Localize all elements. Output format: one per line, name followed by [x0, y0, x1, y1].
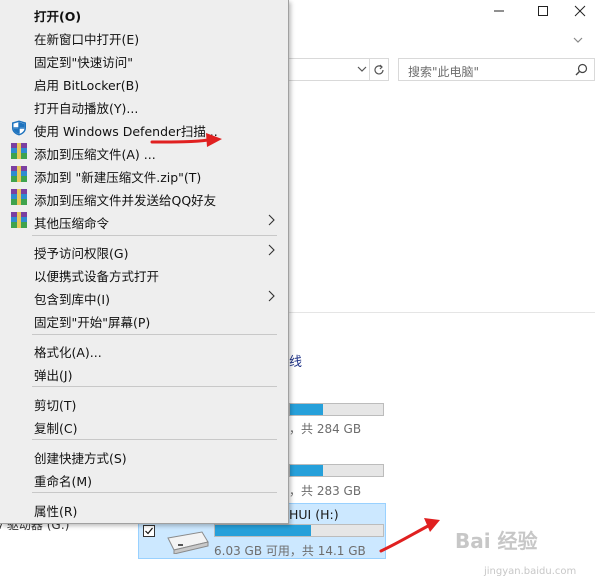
menu-item-label: 其他压缩命令 [34, 216, 110, 231]
menu-item-copy[interactable]: 复制(C) [0, 414, 288, 436]
winrar-icon [11, 166, 27, 182]
menu-item-other-compress[interactable]: 其他压缩命令 [0, 209, 288, 231]
menu-item-label: 复制(C) [34, 421, 78, 436]
menu-item-eject[interactable]: 弹出(J) [0, 361, 288, 383]
winrar-icon [11, 189, 27, 205]
menu-item-grant-access[interactable]: 授予访问权限(G) [0, 239, 288, 261]
menu-item-label: 打开自动播放(Y)... [34, 101, 139, 116]
menu-item-label: 添加到压缩文件并发送给QQ好友 [34, 193, 217, 208]
minimize-button[interactable] [476, 0, 522, 22]
chevron-down-icon [357, 66, 367, 72]
menu-item-archive-send-qq[interactable]: 添加到压缩文件并发送给QQ好友 [0, 186, 288, 208]
menu-item-label: 固定到"快速访问" [34, 55, 133, 70]
menu-item-properties[interactable]: 属性(R) [0, 497, 288, 519]
context-menu: 打开(O) 在新窗口中打开(E) 固定到"快速访问" 启用 BitLocker(… [0, 0, 289, 524]
usb-drive-icon [167, 531, 209, 554]
drive-usage-bar [214, 524, 384, 537]
chevron-right-icon [268, 244, 275, 256]
winrar-icon [11, 143, 27, 159]
winrar-icon [11, 212, 27, 228]
drive-usage-bar [289, 464, 384, 477]
menu-item-label: 添加到压缩文件(A) ... [34, 147, 156, 162]
close-button[interactable] [564, 0, 595, 22]
refresh-icon [374, 64, 384, 74]
menu-item-defender-scan[interactable]: 使用 Windows Defender扫描... [0, 117, 288, 139]
search-box[interactable]: 搜索"此电脑" [398, 58, 595, 81]
menu-item-pin-quick-access[interactable]: 固定到"快速访问" [0, 48, 288, 70]
search-placeholder: 搜索"此电脑" [408, 65, 480, 79]
maximize-button[interactable] [520, 0, 566, 22]
annotation-arrow-icon [150, 133, 222, 147]
search-icon [575, 63, 588, 76]
menu-item-label: 以便携式设备方式打开 [34, 269, 160, 284]
annotation-arrow-icon [379, 518, 440, 553]
menu-separator [32, 334, 277, 335]
menu-item-label: 添加到 "新建压缩文件.zip"(T) [34, 170, 202, 185]
menu-item-label: 创建快捷方式(S) [34, 451, 127, 466]
maximize-icon [538, 6, 548, 16]
drive-capacity-text: ，共 284 GB [289, 422, 362, 436]
drive-usage-bar [289, 403, 384, 416]
chevron-right-icon [268, 290, 275, 302]
menu-item-autoplay[interactable]: 打开自动播放(Y)... [0, 94, 288, 116]
watermark-logo: Bai 经验 [455, 529, 538, 553]
menu-item-label: 在新窗口中打开(E) [34, 32, 140, 47]
address-dropdown-button[interactable] [355, 61, 369, 77]
section-heading-fragment: 线 [289, 355, 303, 370]
menu-item-add-archive[interactable]: 添加到压缩文件(A) ... [0, 140, 288, 162]
menu-separator [32, 386, 277, 387]
checkmark-icon [145, 527, 153, 535]
drive-capacity-text: ，共 283 GB [289, 484, 362, 498]
menu-item-label: 包含到库中(I) [34, 292, 110, 307]
menu-item-open[interactable]: 打开(O) [0, 2, 288, 24]
menu-item-open-new-window[interactable]: 在新窗口中打开(E) [0, 25, 288, 47]
menu-item-label: 启用 BitLocker(B) [34, 78, 140, 93]
menu-item-label: 固定到"开始"屏幕(P) [34, 315, 151, 330]
menu-separator [32, 439, 277, 440]
chevron-right-icon [268, 214, 275, 226]
menu-item-label: 授予访问权限(G) [34, 246, 129, 261]
menu-item-label: 打开(O) [34, 9, 82, 24]
close-icon [574, 5, 585, 17]
menu-item-label: 弹出(J) [34, 368, 73, 383]
ribbon-expand-button[interactable] [573, 33, 583, 47]
menu-item-label: 格式化(A)... [34, 345, 102, 360]
menu-item-pin-start[interactable]: 固定到"开始"屏幕(P) [0, 308, 288, 330]
menu-item-label: 剪切(T) [34, 398, 77, 413]
drive-select-checkbox[interactable] [143, 525, 155, 537]
menu-item-include-library[interactable]: 包含到库中(I) [0, 285, 288, 307]
menu-item-cut[interactable]: 剪切(T) [0, 391, 288, 413]
watermark-url: jingyan.baidu.com [484, 566, 577, 577]
menu-item-label: 属性(R) [34, 504, 78, 519]
section-divider [289, 312, 595, 313]
drive-name: HUI (H:) [289, 507, 339, 522]
menu-item-bitlocker[interactable]: 启用 BitLocker(B) [0, 71, 288, 93]
refresh-button[interactable] [369, 58, 389, 81]
menu-item-rename[interactable]: 重命名(M) [0, 467, 288, 489]
menu-separator [32, 235, 277, 236]
menu-item-format[interactable]: 格式化(A)... [0, 338, 288, 360]
menu-item-create-shortcut[interactable]: 创建快捷方式(S) [0, 444, 288, 466]
minimize-icon [494, 10, 504, 12]
drive-capacity-text: 6.03 GB 可用，共 14.1 GB [214, 544, 366, 558]
menu-item-add-zip[interactable]: 添加到 "新建压缩文件.zip"(T) [0, 163, 288, 185]
chevron-down-icon [573, 37, 583, 43]
menu-item-label: 重命名(M) [34, 474, 93, 489]
defender-shield-icon [12, 120, 26, 136]
menu-item-open-portable[interactable]: 以便携式设备方式打开 [0, 262, 288, 284]
menu-separator [32, 492, 277, 493]
